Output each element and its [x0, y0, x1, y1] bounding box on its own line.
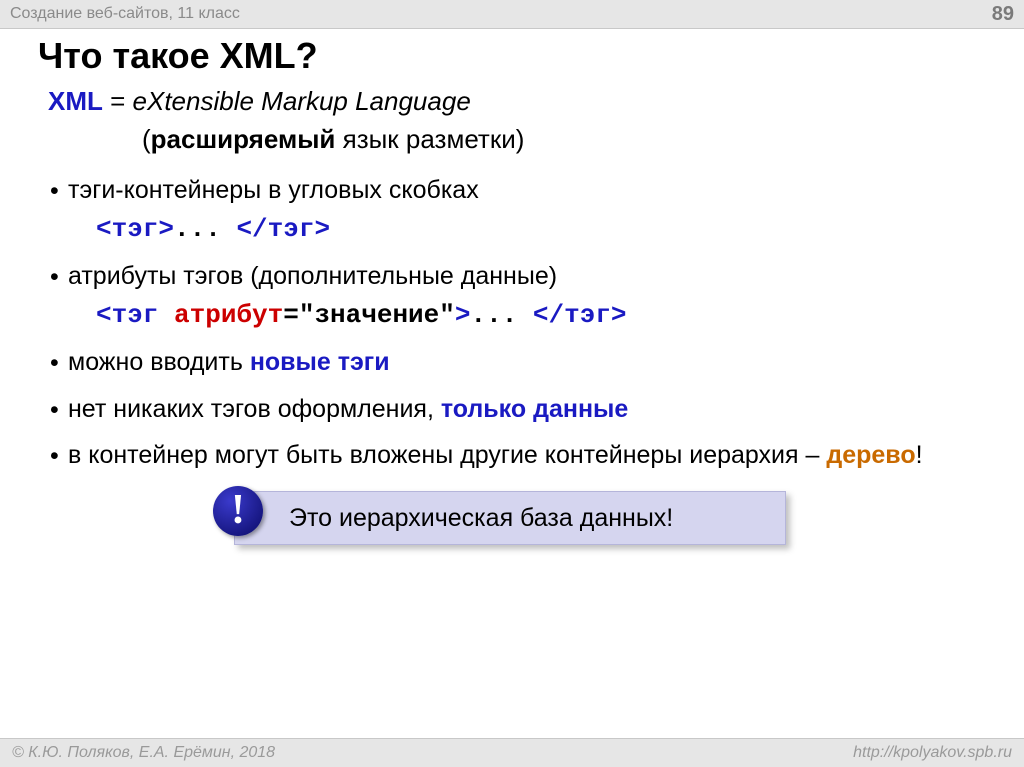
callout-text: Это иерархическая база данных!: [289, 504, 673, 532]
footer-left: © К.Ю. Поляков, Е.А. Ерёмин, 2018: [12, 744, 275, 762]
tag2-mid: ...: [470, 300, 532, 330]
bullet-1-text: тэги-контейнеры в угловых скобках: [68, 176, 479, 204]
tag-close: </тэг>: [236, 214, 330, 244]
tag2-gt: >: [455, 300, 471, 330]
bullet-list: тэги-контейнеры в угловых скобках <тэг>.…: [48, 172, 988, 473]
def-rest: язык разметки): [335, 124, 524, 154]
xml-term: XML: [48, 86, 103, 116]
xml-expansion: eXtensible Markup Language: [133, 86, 471, 116]
course-label: Создание веб-сайтов, 11 класс: [10, 5, 240, 23]
tag2-eq: =: [283, 300, 299, 330]
def-bold: расширяемый: [151, 124, 336, 154]
bullet-1: тэги-контейнеры в угловых скобках <тэг>.…: [48, 172, 988, 248]
bullet-2-text: атрибуты тэгов (дополнительные данные): [68, 262, 557, 290]
slide: Создание веб-сайтов, 11 класс 89 Что так…: [0, 0, 1024, 767]
bullet-4-b: только данные: [441, 395, 628, 423]
bullet-5-b: дерево: [826, 441, 915, 469]
callout: ! Это иерархическая база данных!: [234, 491, 786, 545]
definition-line-1: XML = eXtensible Markup Language: [48, 83, 988, 121]
bullet-3: можно вводить новые тэги: [48, 344, 988, 380]
tag2-open: <тэг: [96, 300, 174, 330]
footer-right: http://kpolyakov.spb.ru: [853, 744, 1012, 762]
content: XML = eXtensible Markup Language (расшир…: [48, 83, 988, 545]
bullet-4: нет никаких тэгов оформления, только дан…: [48, 391, 988, 427]
bullet-5-c: !: [916, 441, 923, 469]
bullet-4-a: нет никаких тэгов оформления,: [68, 395, 441, 423]
page-number: 89: [992, 3, 1014, 26]
paren-open: (: [142, 124, 151, 154]
top-bar: Создание веб-сайтов, 11 класс 89: [0, 0, 1024, 29]
bullet-3-b: новые тэги: [250, 348, 390, 376]
bullet-5-a: в контейнер могут быть вложены другие ко…: [68, 441, 826, 469]
equals: =: [103, 86, 133, 116]
bullet-2: атрибуты тэгов (дополнительные данные) <…: [48, 258, 988, 334]
page-title: Что такое XML?: [38, 35, 1024, 77]
code-example-2: <тэг атрибут="значение">... </тэг>: [96, 297, 988, 335]
callout-box: ! Это иерархическая база данных!: [234, 491, 786, 545]
tag2-close: </тэг>: [533, 300, 627, 330]
bullet-5: в контейнер могут быть вложены другие ко…: [48, 437, 988, 473]
tag-open: <тэг>: [96, 214, 174, 244]
definition-line-2: (расширяемый язык разметки): [142, 121, 988, 159]
bullet-3-a: можно вводить: [68, 348, 250, 376]
tag2-val: "значение": [299, 300, 455, 330]
footer: © К.Ю. Поляков, Е.А. Ерёмин, 2018 http:/…: [0, 738, 1024, 767]
code-example-1: <тэг>... </тэг>: [96, 211, 988, 249]
tag-content: ...: [174, 214, 236, 244]
tag2-attr: атрибут: [174, 300, 283, 330]
exclamation-icon: !: [213, 486, 263, 536]
